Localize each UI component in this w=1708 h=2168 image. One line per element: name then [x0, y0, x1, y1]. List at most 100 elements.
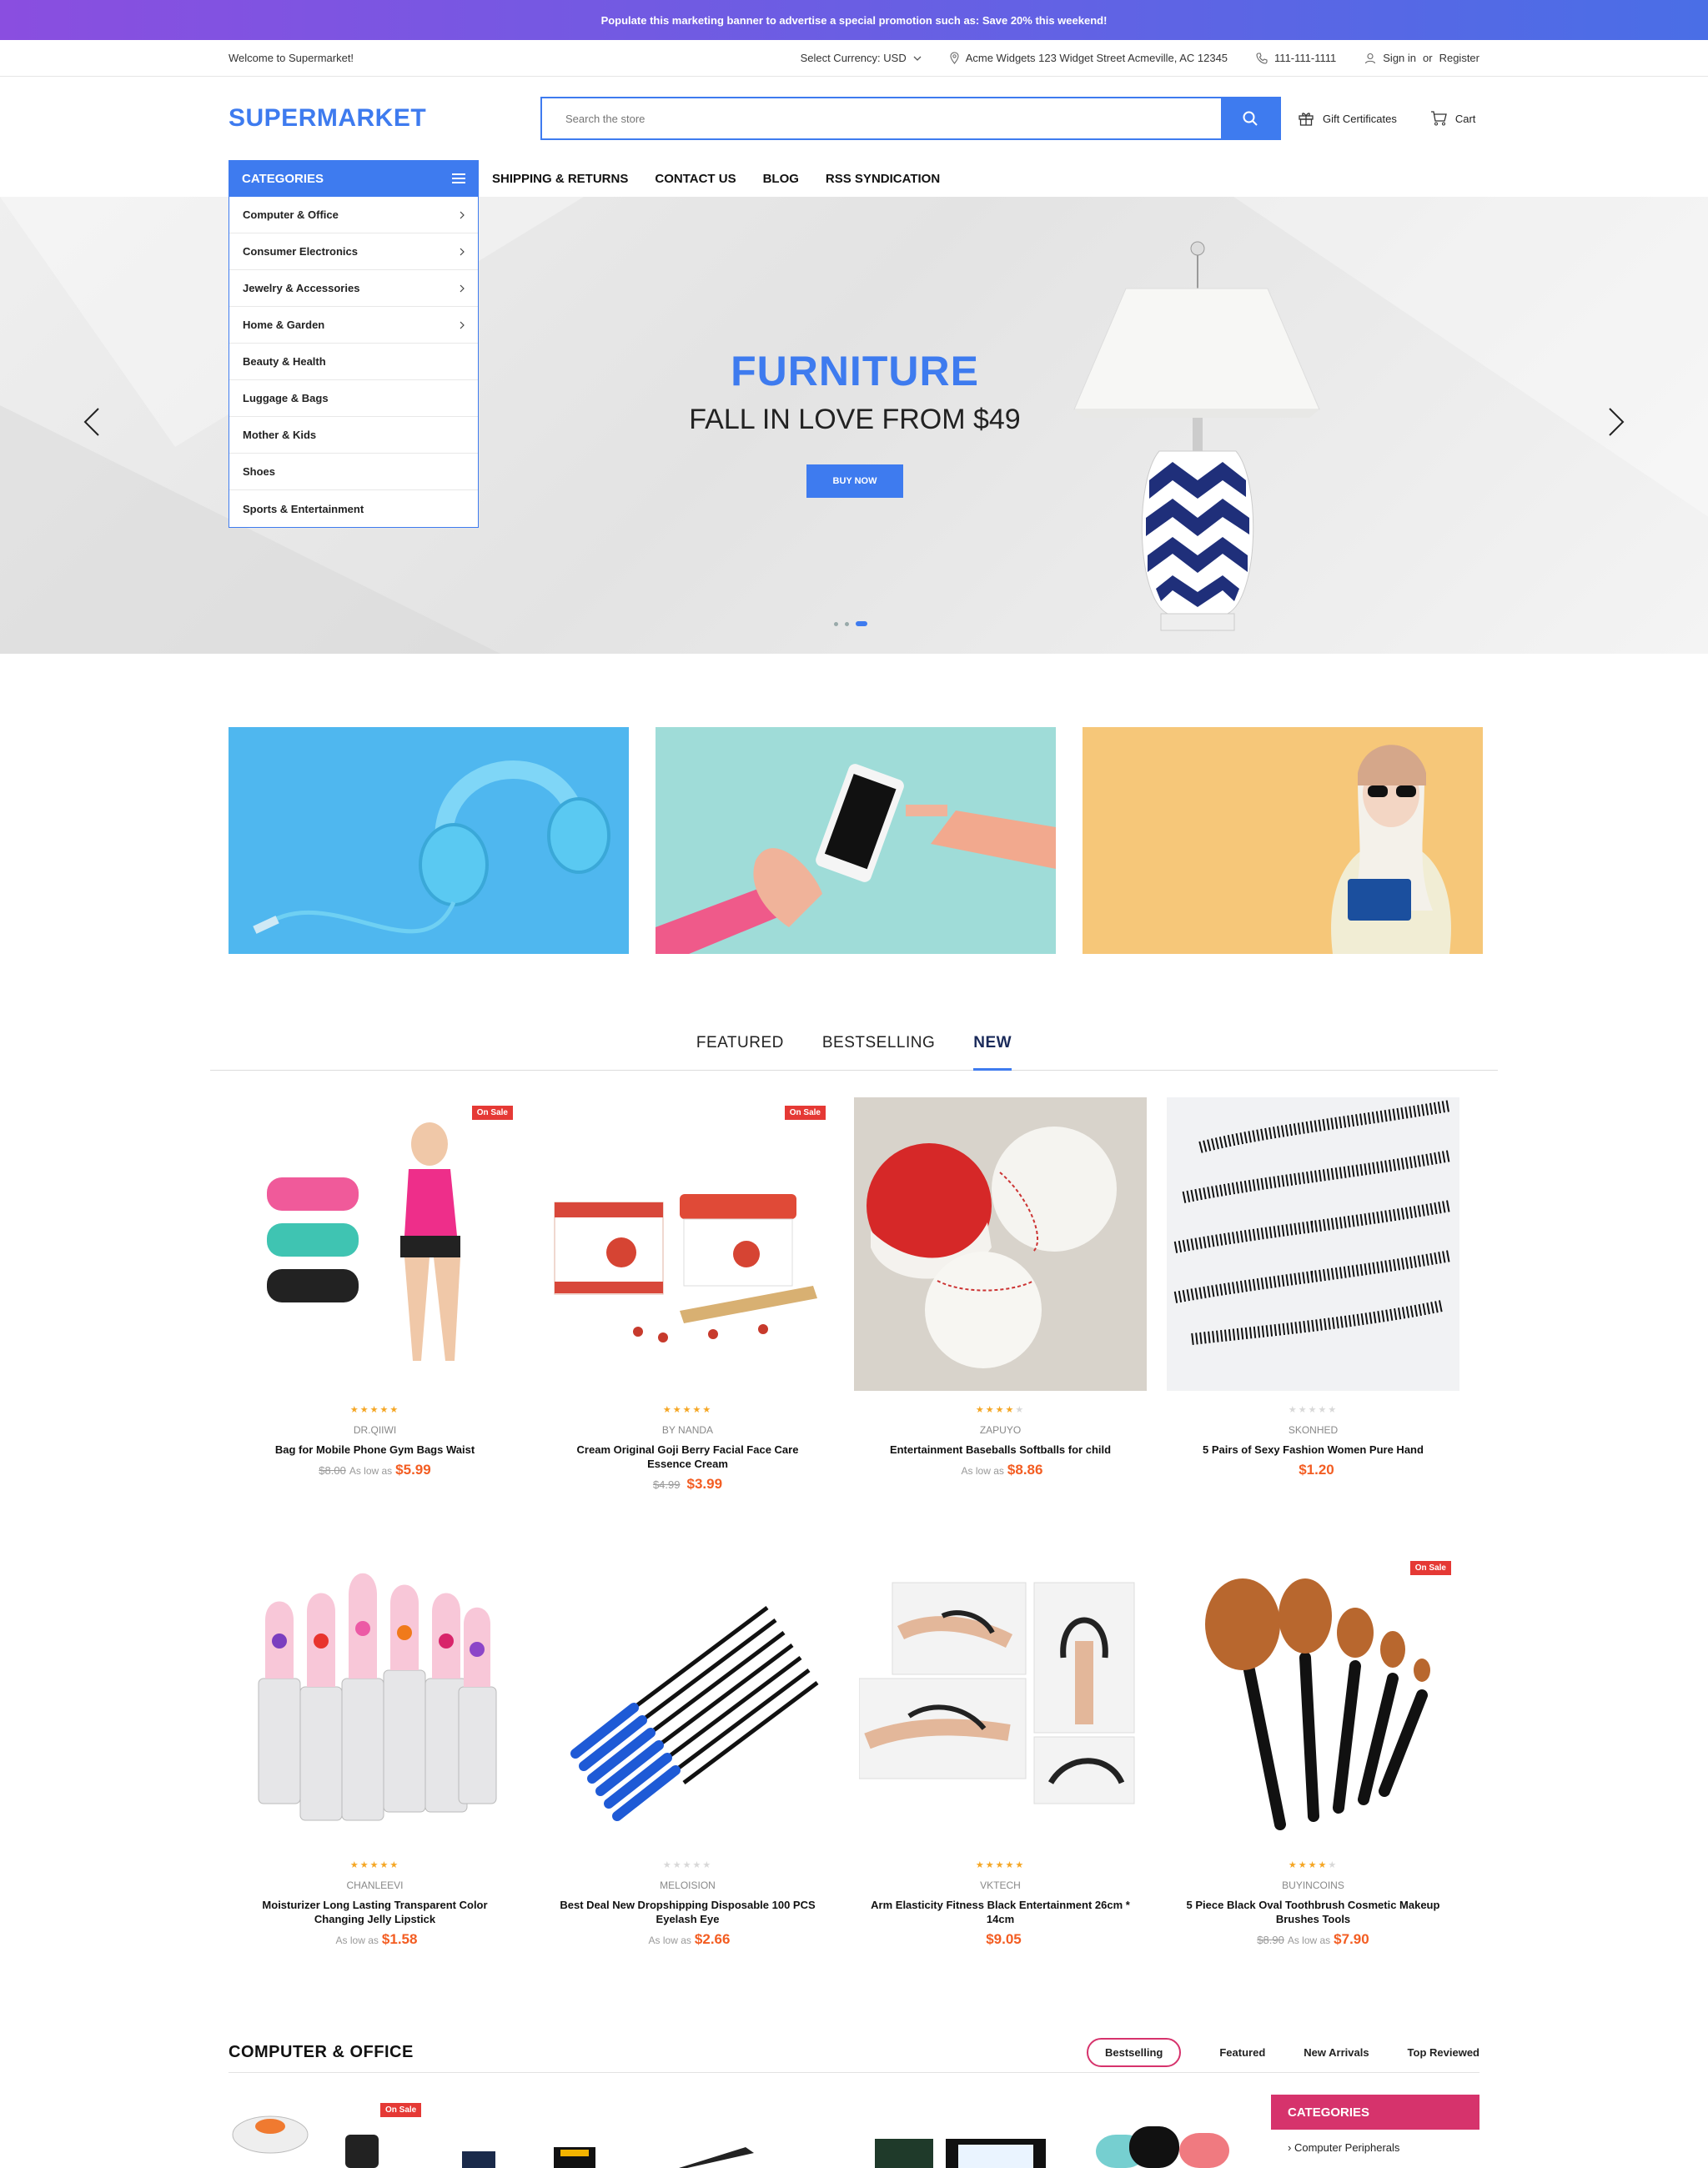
- star-icon: ★: [672, 1860, 683, 1870]
- currency-selector[interactable]: Select Currency: USD: [801, 52, 922, 64]
- star-icon: ★: [379, 1860, 390, 1870]
- sidebar-item-computer-peripherals[interactable]: › Computer Peripherals: [1271, 2130, 1479, 2154]
- tab-featured[interactable]: FEATURED: [696, 1031, 784, 1070]
- product-brand[interactable]: MELOISION: [541, 1879, 834, 1891]
- nav-contact-us[interactable]: CONTACT US: [655, 172, 736, 186]
- product-name[interactable]: Cream Original Goji Berry Facial Face Ca…: [541, 1443, 834, 1471]
- nav-blog[interactable]: BLOG: [763, 172, 799, 186]
- star-icon: ★: [1308, 1860, 1319, 1870]
- product-image[interactable]: [541, 1553, 834, 1846]
- tab-bestselling-section[interactable]: Bestselling: [1087, 2038, 1182, 2067]
- categories-label: CATEGORIES: [242, 171, 324, 186]
- product-image[interactable]: [1167, 1097, 1459, 1391]
- category-item[interactable]: Luggage & Bags: [229, 380, 478, 417]
- gift-label: Gift Certificates: [1323, 112, 1397, 125]
- product-image[interactable]: [854, 1553, 1147, 1846]
- site-logo[interactable]: SUPERMARKET: [229, 104, 540, 133]
- search-input[interactable]: [542, 98, 1221, 138]
- gift-certificates-link[interactable]: Gift Certificates: [1298, 110, 1397, 127]
- tab-bestselling[interactable]: BESTSELLING: [822, 1031, 935, 1070]
- sign-in-link[interactable]: Sign in: [1383, 52, 1416, 64]
- store-address[interactable]: Acme Widgets 123 Widget Street Acmeville…: [950, 52, 1228, 64]
- slider-dot[interactable]: [834, 621, 838, 626]
- category-item[interactable]: Mother & Kids: [229, 417, 478, 454]
- smartphone-banner[interactable]: [656, 727, 1056, 954]
- product-brand[interactable]: BUYINCOINS: [1167, 1879, 1459, 1891]
- product-brand[interactable]: VKTECH: [854, 1879, 1147, 1891]
- chevron-down-icon: [913, 56, 922, 61]
- promo-banner: Populate this marketing banner to advert…: [0, 0, 1708, 40]
- nav-rss-syndication[interactable]: RSS SYNDICATION: [826, 172, 940, 186]
- lamp-image: [1073, 241, 1320, 631]
- as-low-as: As low as: [648, 1935, 691, 1946]
- tab-featured-section[interactable]: Featured: [1219, 2046, 1265, 2059]
- register-link[interactable]: Register: [1439, 52, 1479, 64]
- as-low-as: As low as: [335, 1935, 379, 1946]
- fashion-banner[interactable]: [1083, 727, 1483, 954]
- product-card[interactable]: ★★★★★ ZAPUYO Entertainment Baseballs Sof…: [854, 1097, 1147, 1553]
- buy-now-button[interactable]: BUY NOW: [806, 464, 904, 498]
- product-brand[interactable]: SKONHED: [1167, 1424, 1459, 1436]
- product-card[interactable]: ★★★★★ SKONHED 5 Pairs of Sexy Fashion Wo…: [1167, 1097, 1459, 1553]
- product-name[interactable]: Bag for Mobile Phone Gym Bags Waist: [229, 1443, 521, 1457]
- current-price: $1.58: [381, 1931, 418, 1947]
- header-links: Gift Certificates Cart: [1298, 110, 1475, 127]
- product-card[interactable]: ★★★★★ VKTECH Arm Elasticity Fitness Blac…: [854, 1553, 1147, 2008]
- category-menu: Computer & Office Consumer Electronics J…: [229, 197, 479, 528]
- product-image[interactable]: [229, 1553, 521, 1846]
- product-name[interactable]: 5 Pairs of Sexy Fashion Women Pure Hand: [1167, 1443, 1459, 1457]
- product-name[interactable]: Best Deal New Dropshipping Disposable 10…: [541, 1898, 834, 1926]
- category-item[interactable]: Home & Garden: [229, 307, 478, 344]
- product-name[interactable]: Entertainment Baseballs Softballs for ch…: [854, 1443, 1147, 1457]
- star-icon: ★: [702, 1860, 713, 1870]
- product-brand[interactable]: ZAPUYO: [854, 1424, 1147, 1436]
- cart-link[interactable]: Cart: [1430, 111, 1475, 126]
- product-card[interactable]: On Sale ★★★★★ BY NANDA Cream Original Go…: [541, 1097, 834, 1553]
- slider-dot-active[interactable]: [856, 621, 867, 626]
- waist-bag-image: [266, 1122, 460, 1361]
- product-brand[interactable]: DR.QIIWI: [229, 1424, 521, 1436]
- product-card[interactable]: On Sale ★★★★★ DR.QIIWI Bag for Mobile Ph…: [229, 1097, 521, 1553]
- star-icon: ★: [1298, 1405, 1309, 1415]
- star-icon: ★: [389, 1860, 400, 1870]
- slider-prev-arrow[interactable]: [82, 405, 102, 439]
- slider-next-arrow[interactable]: [1606, 405, 1626, 439]
- nav-shipping-returns[interactable]: SHIPPING & RETURNS: [492, 172, 628, 186]
- category-item[interactable]: Computer & Office: [229, 197, 478, 233]
- product-card[interactable]: ★★★★★ CHANLEEVI Moisturizer Long Lasting…: [229, 1553, 521, 2008]
- rating-stars: ★★★★★: [1167, 1404, 1459, 1416]
- star-icon: ★: [1318, 1405, 1329, 1415]
- tab-top-reviewed[interactable]: Top Reviewed: [1408, 2046, 1479, 2059]
- sidebar-item-label: Computer Peripherals: [1294, 2141, 1400, 2154]
- product-image[interactable]: On Sale: [1167, 1553, 1459, 1846]
- product-brand[interactable]: BY NANDA: [541, 1424, 834, 1436]
- product-name[interactable]: Arm Elasticity Fitness Black Entertainme…: [854, 1898, 1147, 1926]
- category-label: Shoes: [243, 465, 276, 478]
- product-image[interactable]: On Sale: [541, 1097, 834, 1391]
- product-card[interactable]: On Sale ★★★★★ BUYINCOINS 5 Piece Black O…: [1167, 1553, 1459, 2008]
- phone-link[interactable]: 111-111-1111: [1256, 52, 1336, 64]
- section-categories-title: CATEGORIES: [1271, 2095, 1479, 2130]
- product-brand[interactable]: CHANLEEVI: [229, 1879, 521, 1891]
- product-name[interactable]: Moisturizer Long Lasting Transparent Col…: [229, 1898, 521, 1926]
- product-name[interactable]: 5 Piece Black Oval Toothbrush Cosmetic M…: [1167, 1898, 1459, 1926]
- star-icon: ★: [682, 1405, 693, 1415]
- product-card[interactable]: ★★★★★ MELOISION Best Deal New Dropshippi…: [541, 1553, 834, 2008]
- slider-dot[interactable]: [845, 621, 849, 626]
- category-item[interactable]: Sports & Entertainment: [229, 490, 478, 527]
- categories-toggle[interactable]: CATEGORIES: [229, 160, 479, 197]
- top-bar: Welcome to Supermarket! Select Currency:…: [0, 40, 1708, 77]
- product-image[interactable]: [854, 1097, 1147, 1391]
- category-item[interactable]: Jewelry & Accessories: [229, 270, 478, 307]
- category-item[interactable]: Consumer Electronics: [229, 233, 478, 270]
- on-sale-badge: On Sale: [380, 2103, 422, 2117]
- location-pin-icon: [950, 52, 959, 64]
- category-item[interactable]: Beauty & Health: [229, 344, 478, 380]
- category-item[interactable]: Shoes: [229, 454, 478, 490]
- search-button[interactable]: [1221, 98, 1279, 138]
- tab-new-arrivals[interactable]: New Arrivals: [1304, 2046, 1369, 2059]
- tab-new[interactable]: NEW: [973, 1031, 1012, 1071]
- star-icon: ★: [985, 1860, 996, 1870]
- headphones-banner[interactable]: [229, 727, 629, 954]
- product-image[interactable]: On Sale: [229, 1097, 521, 1391]
